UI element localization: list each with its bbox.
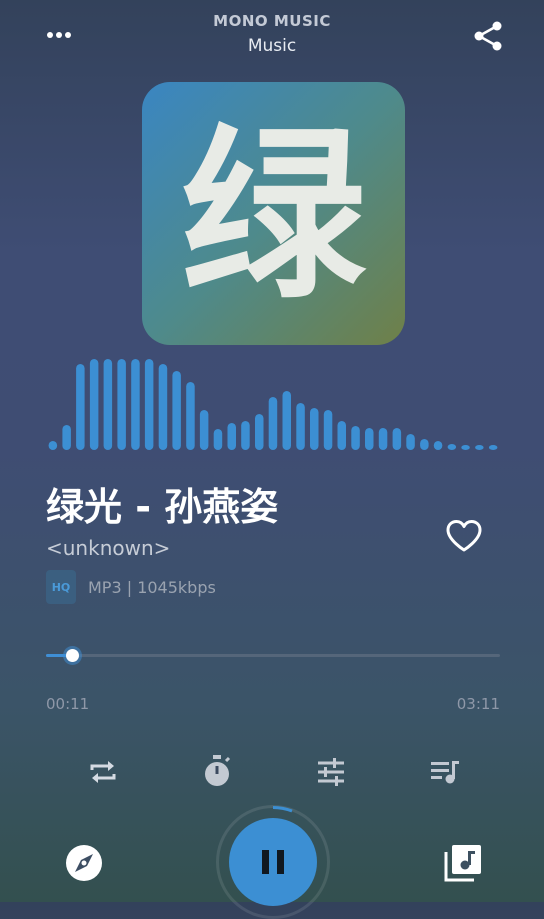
favorite-button[interactable] xyxy=(440,514,488,558)
music-library-button[interactable] xyxy=(440,840,486,886)
sleep-timer-button[interactable] xyxy=(196,750,238,792)
album-art-glyph: 绿 xyxy=(181,108,366,324)
visualizer-bar xyxy=(406,434,415,450)
visualizer-bar xyxy=(48,441,58,450)
seek-bar[interactable] xyxy=(46,654,500,657)
visualizer-bar xyxy=(447,444,457,450)
visualizer-bar xyxy=(378,428,388,450)
sleep-timer-icon xyxy=(205,755,231,786)
pause-icon xyxy=(262,850,284,874)
visualizer-bar xyxy=(103,359,113,450)
page-subtitle: Music xyxy=(247,36,297,56)
share-button[interactable] xyxy=(468,16,508,56)
repeat-button[interactable] xyxy=(82,752,124,792)
visualizer-bar xyxy=(282,391,291,450)
heart-outline-icon xyxy=(446,520,482,552)
song-title: 绿光 - 孙燕姿 xyxy=(46,485,279,529)
visualizer-bar xyxy=(172,371,181,450)
repeat-icon xyxy=(90,761,116,783)
share-icon xyxy=(474,21,502,51)
visualizer-bar xyxy=(62,425,71,450)
visualizer-bar xyxy=(475,445,484,450)
visualizer-bar xyxy=(420,439,429,450)
visualizer-bar xyxy=(131,359,140,450)
visualizer-bar xyxy=(199,410,209,450)
equalizer-icon xyxy=(318,758,344,786)
visualizer-bar xyxy=(433,441,443,450)
compass-icon xyxy=(66,845,102,881)
play-pause-button[interactable] xyxy=(229,818,317,906)
album-art: 绿 xyxy=(142,82,405,345)
seek-handle[interactable] xyxy=(65,649,79,662)
music-library-icon xyxy=(444,845,481,882)
visualizer-bar xyxy=(365,428,374,450)
visualizer-bar xyxy=(461,445,470,450)
playlist-icon xyxy=(431,761,459,784)
visualizer-bar xyxy=(323,410,333,450)
visualizer-bar xyxy=(268,397,278,450)
quality-badge: HQ xyxy=(46,570,76,604)
visualizer-bar xyxy=(213,429,223,450)
visualizer-bar xyxy=(296,403,305,450)
visualizer-bar xyxy=(310,408,319,450)
audio-format: MP3 | 1045kbps xyxy=(88,578,216,597)
equalizer-button[interactable] xyxy=(310,752,352,792)
visualizer-bar xyxy=(227,423,236,450)
visualizer-bar xyxy=(351,426,360,450)
visualizer-bar xyxy=(144,359,154,450)
visualizer-bar xyxy=(392,428,402,450)
visualizer-bar xyxy=(76,364,85,450)
artist-name: <unknown> xyxy=(46,536,171,560)
visualizer-bar xyxy=(255,414,264,450)
playlist-button[interactable] xyxy=(424,752,466,792)
total-time: 03:11 xyxy=(456,695,500,713)
visualizer-bar xyxy=(186,382,195,450)
app-name: MONO MUSIC xyxy=(213,12,331,30)
discover-button[interactable] xyxy=(62,841,106,885)
visualizer-bar xyxy=(89,359,99,450)
visualizer-bar xyxy=(158,364,168,450)
visualizer-bar xyxy=(488,445,498,450)
visualizer-bar xyxy=(117,359,126,450)
visualizer-bar xyxy=(241,421,250,450)
audio-visualizer xyxy=(48,359,498,450)
elapsed-time: 00:11 xyxy=(46,695,90,713)
visualizer-bar xyxy=(337,421,346,450)
